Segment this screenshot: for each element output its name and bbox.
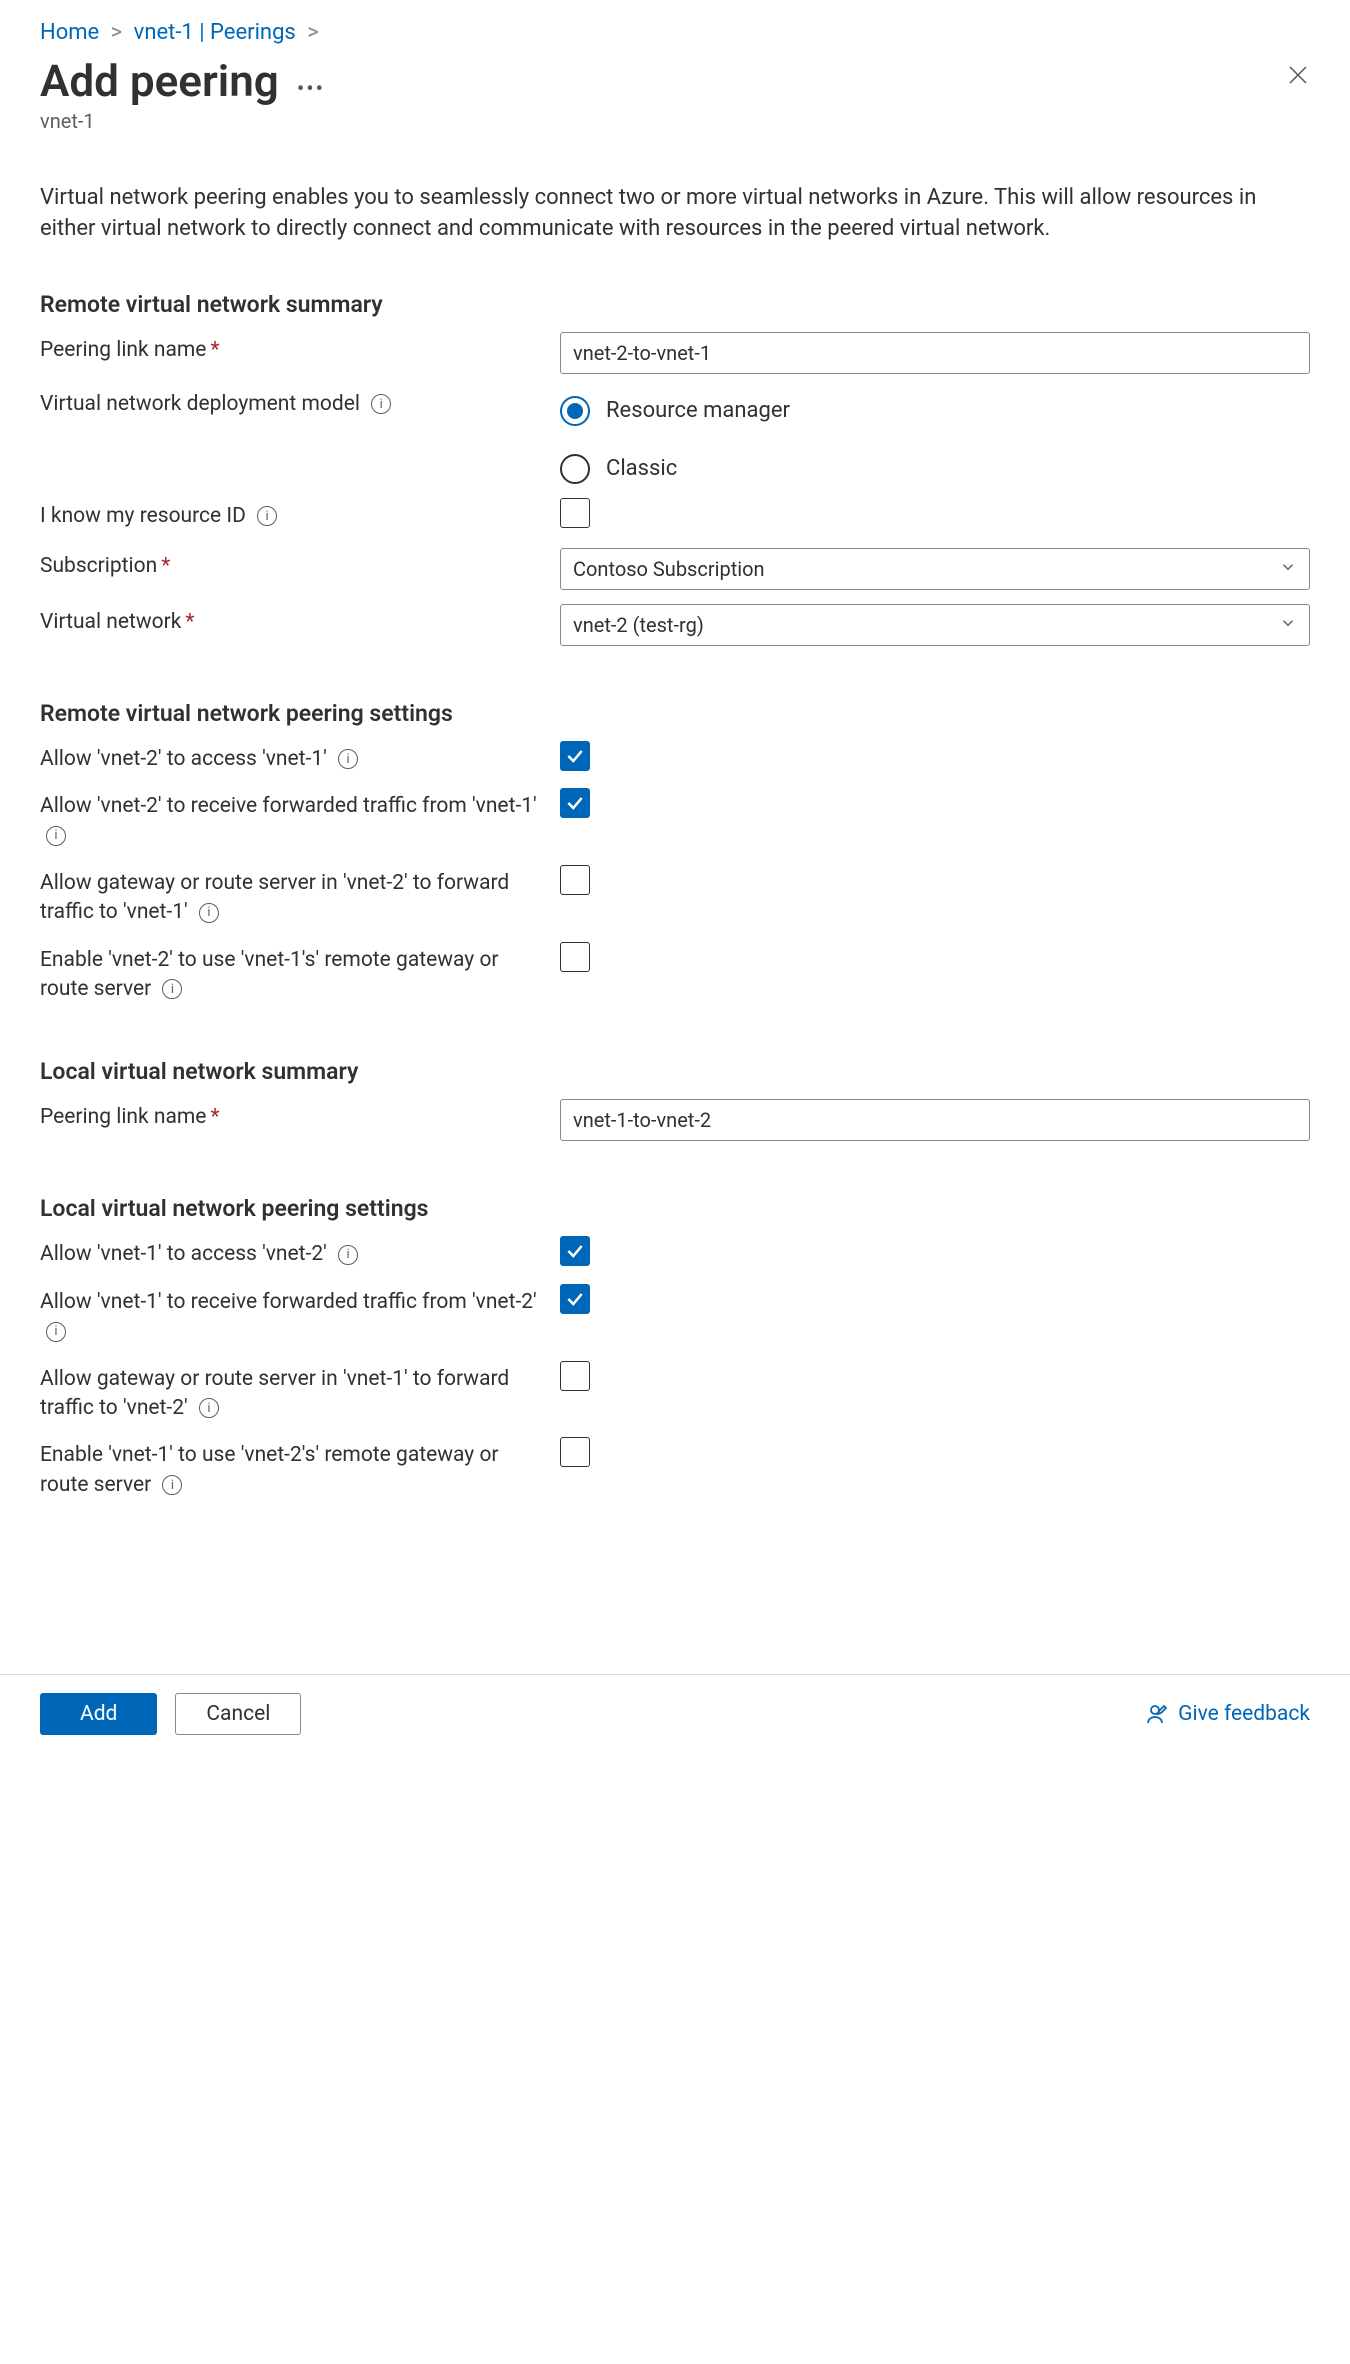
feedback-label: Give feedback bbox=[1178, 1702, 1310, 1726]
info-icon[interactable]: i bbox=[199, 1398, 219, 1418]
breadcrumb-vnet-peerings[interactable]: vnet-1 | Peerings bbox=[134, 20, 296, 45]
remote-use-gateway-label: Enable 'vnet-2' to use 'vnet-1's' remote… bbox=[40, 942, 560, 1005]
remote-use-gateway-checkbox[interactable] bbox=[560, 942, 590, 972]
radio-label: Resource manager bbox=[606, 398, 790, 423]
remote-allow-access-checkbox[interactable] bbox=[560, 741, 590, 771]
close-icon[interactable] bbox=[1286, 55, 1310, 93]
chevron-down-icon bbox=[1279, 557, 1297, 581]
info-icon[interactable]: i bbox=[199, 903, 219, 923]
local-allow-gateway-checkbox[interactable] bbox=[560, 1361, 590, 1391]
radio-classic[interactable]: Classic bbox=[560, 454, 1310, 484]
local-peering-link-name-input[interactable] bbox=[560, 1099, 1310, 1141]
peering-link-name-label: Peering link name* bbox=[40, 332, 560, 365]
local-allow-access-label: Allow 'vnet-1' to access 'vnet-2' i bbox=[40, 1236, 560, 1269]
local-allow-forwarded-checkbox[interactable] bbox=[560, 1284, 590, 1314]
breadcrumb-sep-icon: > bbox=[111, 20, 123, 45]
info-icon[interactable]: i bbox=[46, 826, 66, 846]
deployment-model-label: Virtual network deployment model i bbox=[40, 388, 560, 419]
remote-allow-access-label: Allow 'vnet-2' to access 'vnet-1' i bbox=[40, 741, 560, 774]
peering-link-name-input[interactable] bbox=[560, 332, 1310, 374]
info-icon[interactable]: i bbox=[338, 749, 358, 769]
info-icon[interactable]: i bbox=[257, 506, 277, 526]
radio-dot-icon bbox=[560, 396, 590, 426]
local-use-gateway-checkbox[interactable] bbox=[560, 1437, 590, 1467]
local-allow-gateway-label: Allow gateway or route server in 'vnet-1… bbox=[40, 1361, 560, 1424]
radio-label: Classic bbox=[606, 456, 677, 481]
page-subtitle: vnet-1 bbox=[40, 109, 325, 133]
section-local-settings: Local virtual network peering settings bbox=[40, 1195, 1310, 1222]
page-title: Add peering bbox=[40, 55, 279, 107]
radio-dot-icon bbox=[560, 454, 590, 484]
section-local-summary: Local virtual network summary bbox=[40, 1058, 1310, 1085]
breadcrumb: Home > vnet-1 | Peerings > bbox=[40, 20, 1310, 45]
know-resource-id-label: I know my resource ID i bbox=[40, 498, 560, 531]
add-button[interactable]: Add bbox=[40, 1693, 157, 1735]
local-allow-access-checkbox[interactable] bbox=[560, 1236, 590, 1266]
remote-allow-gateway-label: Allow gateway or route server in 'vnet-2… bbox=[40, 865, 560, 928]
local-use-gateway-label: Enable 'vnet-1' to use 'vnet-2's' remote… bbox=[40, 1437, 560, 1500]
footer-bar: Add Cancel Give feedback bbox=[0, 1674, 1350, 1765]
intro-text: Virtual network peering enables you to s… bbox=[40, 183, 1300, 245]
breadcrumb-home[interactable]: Home bbox=[40, 20, 99, 45]
give-feedback-link[interactable]: Give feedback bbox=[1146, 1702, 1310, 1726]
info-icon[interactable]: i bbox=[371, 394, 391, 414]
remote-allow-forwarded-label: Allow 'vnet-2' to receive forwarded traf… bbox=[40, 788, 560, 851]
feedback-icon bbox=[1146, 1702, 1170, 1726]
select-value: Contoso Subscription bbox=[573, 557, 765, 581]
remote-allow-gateway-checkbox[interactable] bbox=[560, 865, 590, 895]
info-icon[interactable]: i bbox=[162, 1475, 182, 1495]
info-icon[interactable]: i bbox=[162, 979, 182, 999]
radio-resource-manager[interactable]: Resource manager bbox=[560, 396, 1310, 426]
virtual-network-select[interactable]: vnet-2 (test-rg) bbox=[560, 604, 1310, 646]
local-peering-link-name-label: Peering link name* bbox=[40, 1099, 560, 1132]
info-icon[interactable]: i bbox=[338, 1245, 358, 1265]
breadcrumb-sep-icon: > bbox=[307, 20, 319, 45]
subscription-select[interactable]: Contoso Subscription bbox=[560, 548, 1310, 590]
know-resource-id-checkbox[interactable] bbox=[560, 498, 590, 528]
cancel-button[interactable]: Cancel bbox=[175, 1693, 301, 1735]
section-remote-settings: Remote virtual network peering settings bbox=[40, 700, 1310, 727]
local-allow-forwarded-label: Allow 'vnet-1' to receive forwarded traf… bbox=[40, 1284, 560, 1347]
subscription-label: Subscription* bbox=[40, 548, 560, 581]
virtual-network-label: Virtual network* bbox=[40, 604, 560, 637]
more-icon[interactable]: ••• bbox=[297, 63, 325, 102]
chevron-down-icon bbox=[1279, 613, 1297, 637]
info-icon[interactable]: i bbox=[46, 1322, 66, 1342]
remote-allow-forwarded-checkbox[interactable] bbox=[560, 788, 590, 818]
select-value: vnet-2 (test-rg) bbox=[573, 613, 704, 637]
section-remote-summary: Remote virtual network summary bbox=[40, 291, 1310, 318]
